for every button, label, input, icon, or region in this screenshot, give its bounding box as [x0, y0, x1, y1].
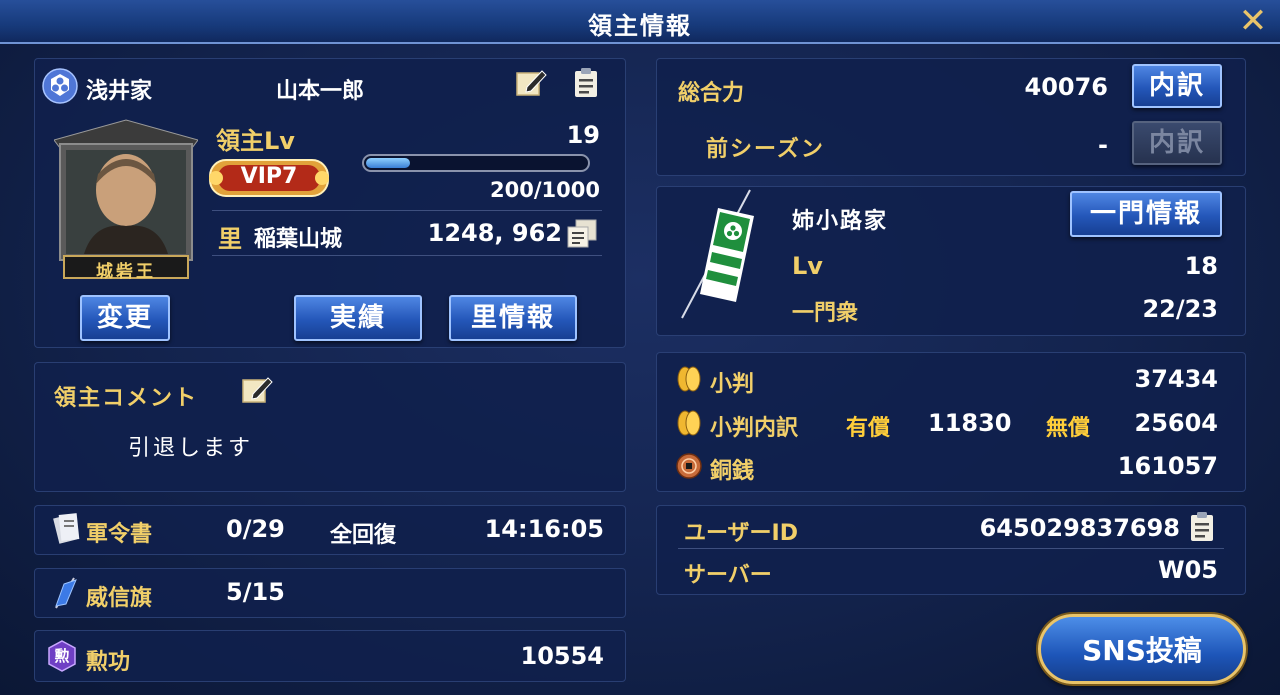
- family-lv-label: Lv: [792, 252, 823, 280]
- orders-value: 0/29: [226, 515, 285, 543]
- prev-season-label: 前シーズン: [706, 137, 825, 162]
- total-power-label: 総合力: [678, 81, 745, 106]
- edit-comment-icon[interactable]: [240, 373, 274, 407]
- castle-name: 稲葉山城: [254, 227, 343, 252]
- clipboard-icon[interactable]: [572, 67, 600, 99]
- server-label: サーバー: [684, 563, 772, 588]
- koban-detail-label: 小判内訳: [710, 416, 799, 441]
- koban-value: 37434: [1134, 365, 1219, 393]
- orders-label: 軍令書: [86, 522, 153, 547]
- portrait-title: 城砦王: [96, 262, 156, 282]
- copy-coordinates-icon[interactable]: [566, 219, 598, 249]
- lord-name: 山本一郎: [276, 79, 365, 104]
- koban-detail-icon: [674, 408, 704, 438]
- user-id-label: ユーザーID: [684, 521, 799, 546]
- merit-label: 勲功: [86, 650, 131, 675]
- family-info-button[interactable]: 一門情報: [1070, 191, 1222, 237]
- window-title: 領主情報: [588, 12, 692, 40]
- banner-flag-icon: [52, 576, 80, 610]
- village-info-button[interactable]: 里情報: [449, 295, 577, 341]
- lord-info-window: 領主情報 ✕ 浅井家 山本一郎 城砦王 領主Lv 19 VIP7 200/100…: [0, 0, 1280, 695]
- copy-user-id-icon[interactable]: [1188, 511, 1216, 543]
- exp-bar: [362, 154, 590, 172]
- free-value: 25604: [1134, 409, 1219, 437]
- recover-label: 全回復: [330, 523, 397, 548]
- flags-label: 威信旗: [86, 586, 153, 611]
- prev-season-breakdown-button: 内訳: [1132, 121, 1222, 165]
- exp-text: 200/1000: [490, 178, 600, 202]
- copper-label: 銅銭: [710, 459, 755, 484]
- power-breakdown-button[interactable]: 内訳: [1132, 64, 1222, 108]
- comment-text: 引退します: [128, 436, 254, 461]
- copper-value: 161057: [1117, 452, 1218, 480]
- divider: [212, 210, 602, 211]
- koban-label: 小判: [710, 372, 755, 397]
- merit-value: 10554: [520, 642, 605, 670]
- family-lv-value: 18: [1184, 252, 1218, 280]
- merit-icon-char: 勲: [54, 647, 70, 665]
- user-id-value: 645029837698: [979, 514, 1180, 542]
- sns-post-label: SNS投稿: [1082, 634, 1202, 667]
- recover-time: 14:16:05: [484, 515, 604, 543]
- scroll-icon: [52, 512, 82, 546]
- family-members-value: 22/23: [1142, 295, 1218, 323]
- server-value: W05: [1158, 556, 1218, 584]
- clan-crest-icon: [42, 68, 78, 104]
- edit-name-icon[interactable]: [514, 66, 548, 100]
- free-label: 無償: [1046, 416, 1091, 441]
- divider: [678, 548, 1224, 549]
- village-prefix: 里: [218, 225, 242, 253]
- family-banner-icon: [676, 186, 776, 322]
- copper-coin-icon: [674, 451, 704, 481]
- close-icon[interactable]: ✕: [1236, 4, 1270, 38]
- clan-name: 浅井家: [86, 79, 153, 104]
- vip-label: VIP7: [240, 164, 298, 189]
- level-label: 領主Lv: [216, 127, 295, 155]
- paid-label: 有償: [846, 416, 891, 441]
- exp-bar-fill: [366, 158, 410, 168]
- divider: [212, 255, 602, 256]
- comment-label: 領主コメント: [54, 386, 199, 411]
- castle-coordinates: 1248, 962: [427, 219, 562, 247]
- family-name: 姉小路家: [792, 209, 889, 234]
- flags-value: 5/15: [226, 578, 285, 606]
- family-members-label: 一門衆: [792, 301, 859, 326]
- prev-season-value: -: [1098, 131, 1108, 159]
- change-button[interactable]: 変更: [80, 295, 170, 341]
- koban-icon: [674, 364, 704, 394]
- achievements-button[interactable]: 実績: [294, 295, 422, 341]
- total-power-value: 40076: [1024, 73, 1109, 101]
- paid-value: 11830: [928, 409, 1012, 437]
- level-value: 19: [566, 121, 600, 149]
